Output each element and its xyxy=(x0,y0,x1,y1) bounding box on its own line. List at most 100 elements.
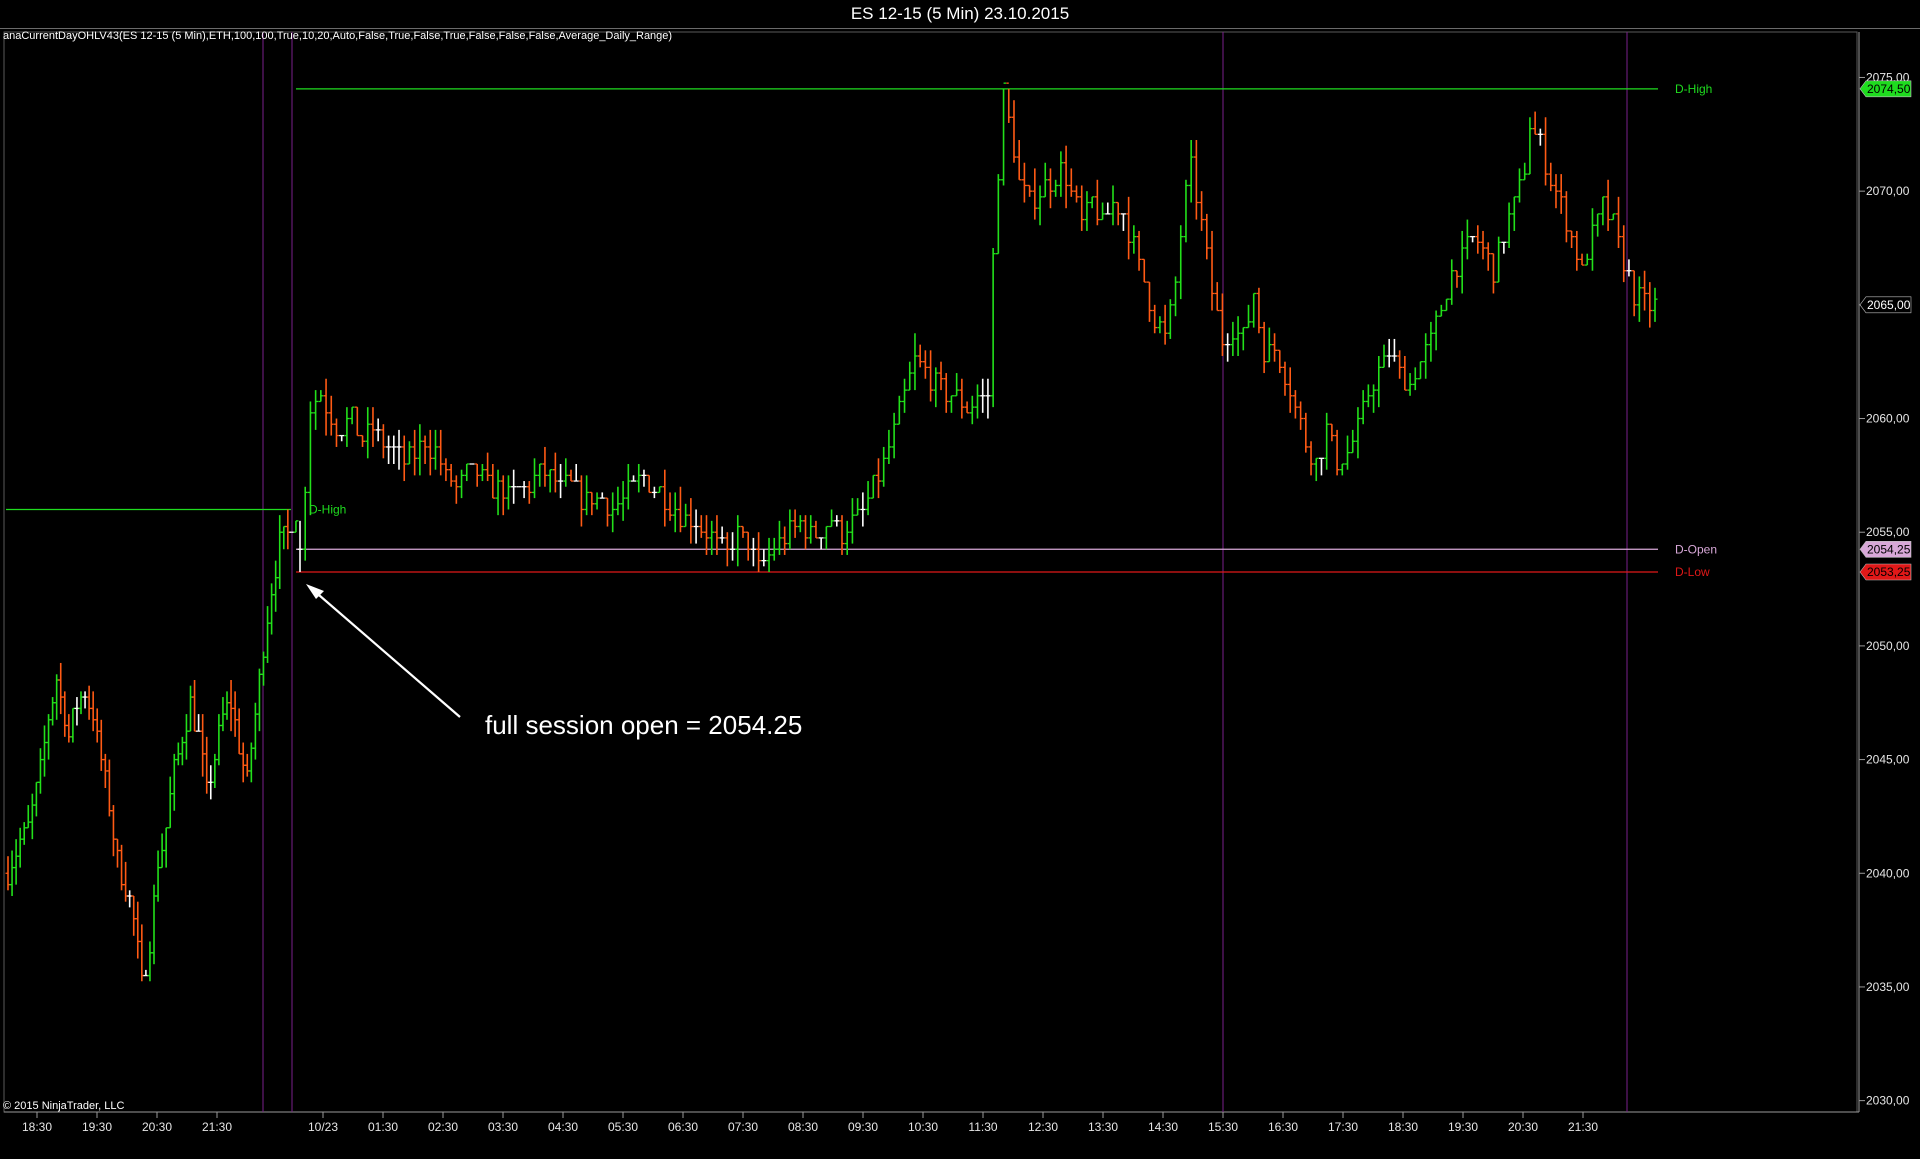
price-bar xyxy=(1324,412,1330,470)
price-bar xyxy=(464,463,470,482)
price-bar xyxy=(1084,191,1090,231)
y-tick-label: 2040,00 xyxy=(1866,866,1910,880)
price-tag-current: 2065,00 xyxy=(1859,296,1912,314)
price-bar xyxy=(980,378,986,413)
price-bar xyxy=(344,407,350,447)
price-bar xyxy=(573,464,579,482)
price-bar xyxy=(1063,145,1069,209)
price-bar xyxy=(1136,230,1142,271)
price-bar xyxy=(896,395,902,425)
price-bar xyxy=(42,725,47,777)
price-bar xyxy=(313,390,319,430)
price-bar xyxy=(537,463,543,487)
price-bar xyxy=(1318,457,1324,476)
price-bar xyxy=(1027,184,1033,197)
price-bar xyxy=(333,418,339,447)
price-bar xyxy=(167,776,173,829)
price-bar xyxy=(891,412,897,459)
price-bar xyxy=(766,537,772,572)
price-bar xyxy=(386,435,392,464)
price-bar xyxy=(829,509,835,528)
d-low-line-label: D-Low xyxy=(1675,565,1710,579)
price-bar xyxy=(1141,258,1147,283)
price-bar xyxy=(1579,253,1585,266)
price-bar xyxy=(1355,407,1361,459)
price-bar xyxy=(719,526,725,544)
price-bar xyxy=(1371,384,1377,413)
price-bar xyxy=(625,464,631,510)
indicator-label: anaCurrentDayOHLV43(ES 12-15 (5 Min),ETH… xyxy=(3,30,672,42)
x-tick-label: 07:30 xyxy=(728,1120,758,1134)
price-bar xyxy=(599,492,605,499)
annotation-arrow xyxy=(311,588,461,718)
price-bar xyxy=(1188,140,1194,203)
price-bar xyxy=(693,509,699,544)
price-bar xyxy=(427,429,433,476)
price-bar xyxy=(594,492,600,510)
d-high-line-label: D-High xyxy=(1675,82,1712,96)
x-tick-label: 13:30 xyxy=(1088,1120,1118,1134)
price-bar xyxy=(818,537,824,550)
price-bar xyxy=(985,378,991,419)
price-bar xyxy=(1298,401,1304,430)
price-bar xyxy=(17,827,23,868)
price-bar xyxy=(401,435,407,482)
price-bar xyxy=(1256,287,1262,334)
price-bar xyxy=(86,685,92,720)
price-bar xyxy=(964,401,970,414)
price-bar xyxy=(224,691,230,720)
price-bar xyxy=(834,515,840,527)
price-bar xyxy=(285,509,291,550)
price-bar xyxy=(1115,201,1121,226)
price-bar xyxy=(244,753,250,777)
price-bar xyxy=(1334,429,1340,476)
price-bar xyxy=(1402,356,1408,391)
price-bar xyxy=(1345,435,1351,470)
x-tick-label: 01:30 xyxy=(368,1120,398,1134)
price-bar xyxy=(1490,253,1496,294)
x-tick-label: 11:30 xyxy=(968,1120,997,1134)
price-bar xyxy=(813,520,819,539)
price-bar xyxy=(1636,276,1642,322)
chart-window: ES 12-15 (5 Min) 23.10.2015 D-High D-Open… xyxy=(0,0,1920,1159)
price-bar xyxy=(171,753,177,811)
price-axis: 2030,00 2035,00 2040,00 2045,00 2050,00 2055,… xyxy=(1859,70,1910,1108)
price-bar xyxy=(1574,230,1580,271)
price-bar xyxy=(1339,463,1345,476)
price-bar xyxy=(240,742,246,783)
price-bar xyxy=(115,838,120,868)
price-bar xyxy=(1292,390,1298,419)
price-bar xyxy=(1527,117,1533,175)
x-tick-label: 19:30 xyxy=(82,1120,112,1134)
price-bar xyxy=(1350,429,1356,454)
price-bar xyxy=(1251,292,1257,328)
x-tick-label: 05:30 xyxy=(608,1120,638,1134)
price-bar xyxy=(667,492,673,521)
price-bar xyxy=(1412,367,1418,391)
price-bar xyxy=(1595,213,1601,237)
price-bar xyxy=(1126,196,1132,260)
price-bar xyxy=(110,805,116,857)
price-bar xyxy=(196,714,202,732)
price-bar xyxy=(1329,423,1335,442)
candlestick-chart[interactable]: D-HighD-OpenD-LowD-High 2030,002035,0020… xyxy=(0,29,1920,1159)
price-bar xyxy=(1584,253,1590,266)
d-open-line-label: D-Open xyxy=(1675,542,1717,556)
price-bar xyxy=(990,248,996,408)
price-bar xyxy=(683,503,689,528)
price-bar xyxy=(1120,213,1126,231)
x-tick-label: 10:30 xyxy=(908,1120,938,1134)
price-bar xyxy=(443,458,449,482)
price-bar xyxy=(1068,168,1074,197)
price-bar xyxy=(200,714,206,777)
price-bar xyxy=(163,827,169,868)
price-bar xyxy=(265,606,271,663)
price-bar xyxy=(216,714,222,766)
x-tick-label: 15:30 xyxy=(1208,1120,1238,1134)
price-bar xyxy=(37,748,43,794)
price-bar xyxy=(943,373,949,413)
price-bar xyxy=(1225,333,1231,362)
price-bar xyxy=(1079,185,1085,231)
price-bar xyxy=(1381,344,1387,369)
price-bar xyxy=(521,481,527,499)
